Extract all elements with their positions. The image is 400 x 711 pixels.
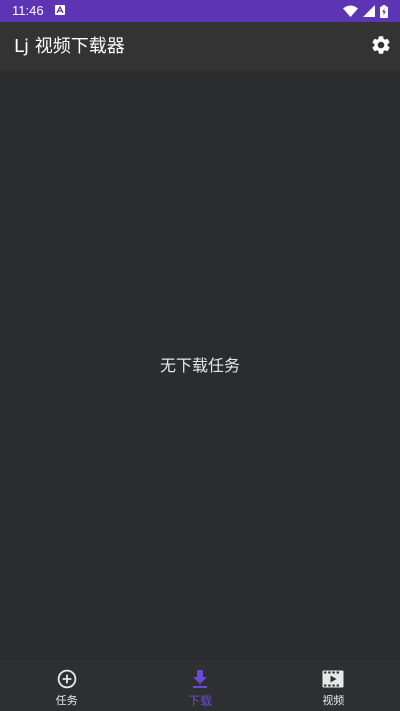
gear-icon	[370, 34, 392, 60]
nav-label-downloads: 下载	[187, 694, 212, 708]
nav-item-videos[interactable]: 视频	[267, 660, 400, 711]
app-title: Lj 视频下载器	[14, 36, 125, 57]
status-icons	[343, 4, 388, 18]
nav-label-tasks: 任务	[55, 694, 78, 707]
nav-item-tasks[interactable]: 任务	[0, 660, 133, 711]
add-circle-icon	[56, 668, 78, 690]
settings-button[interactable]	[368, 34, 394, 60]
app-screen: 11:46 Lj 视频下载器 无下载任务 任务 下载 视频	[0, 0, 400, 711]
nav-item-downloads[interactable]: 下载	[133, 660, 266, 711]
notification-a-icon	[55, 5, 65, 15]
nav-label-videos: 视频	[322, 694, 345, 707]
signal-icon	[363, 5, 375, 17]
status-time: 11:46	[12, 3, 44, 18]
app-bar: Lj 视频下载器	[0, 22, 400, 71]
wifi-icon	[343, 5, 358, 17]
video-film-icon	[322, 668, 344, 690]
download-list-area: 无下载任务	[0, 71, 400, 660]
status-bar: 11:46	[0, 0, 400, 22]
download-icon	[189, 668, 211, 690]
bottom-navigation: 任务 下载 视频	[0, 660, 400, 711]
battery-icon	[380, 4, 388, 18]
empty-state-message: 无下载任务	[159, 356, 240, 375]
